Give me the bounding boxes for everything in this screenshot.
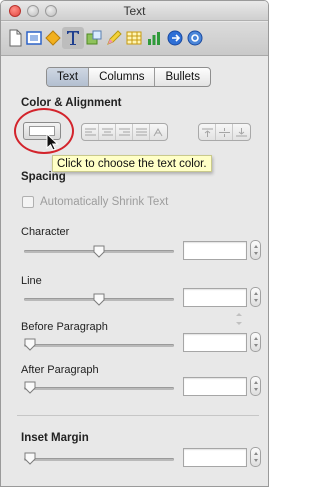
chart-icon[interactable] <box>143 27 165 49</box>
align-middle-icon <box>218 127 230 137</box>
inset-margin-value-field[interactable] <box>183 448 247 467</box>
color-alignment-heading: Color & Alignment <box>21 97 122 109</box>
after-paragraph-value-field[interactable] <box>183 377 247 396</box>
tab-text[interactable]: Text <box>47 68 90 86</box>
align-bottom-button[interactable] <box>233 124 250 140</box>
align-justify-icon <box>135 128 147 135</box>
before-paragraph-slider[interactable] <box>24 344 174 347</box>
inset-margin-slider[interactable] <box>24 458 174 461</box>
before-paragraph-slider-knob[interactable] <box>24 338 36 351</box>
before-paragraph-label: Before Paragraph <box>21 321 108 333</box>
align-right-icon <box>118 128 130 135</box>
info-icon[interactable] <box>184 27 206 49</box>
align-right-button[interactable] <box>116 124 133 140</box>
align-natural-button[interactable] <box>150 124 167 140</box>
align-center-icon <box>101 128 113 135</box>
mouse-pointer-icon <box>46 133 59 151</box>
color-tooltip: Click to choose the text color. <box>52 155 212 172</box>
line-value-field[interactable] <box>183 288 247 307</box>
line-label: Line <box>21 275 42 287</box>
wrap-icon[interactable] <box>83 27 105 49</box>
before-paragraph-value-field[interactable] <box>183 333 247 352</box>
inset-margin-slider-knob[interactable] <box>24 452 36 465</box>
after-paragraph-label: After Paragraph <box>21 364 99 376</box>
tab-columns[interactable]: Columns <box>89 68 156 86</box>
window-title: Text <box>123 4 146 18</box>
auto-shrink-checkbox[interactable] <box>22 196 34 208</box>
tab-bullets[interactable]: Bullets <box>155 68 210 86</box>
table-icon[interactable] <box>123 27 145 49</box>
title-bar[interactable]: Text <box>1 1 268 21</box>
inspector-window: Text Text Columns Bullets Color & Alignm… <box>0 0 269 487</box>
after-paragraph-slider-knob[interactable] <box>24 381 36 394</box>
align-justify-button[interactable] <box>133 124 150 140</box>
align-center-button[interactable] <box>99 124 116 140</box>
line-mode-stepper[interactable] <box>236 313 242 325</box>
align-left-icon <box>84 128 96 135</box>
section-divider <box>17 415 259 416</box>
align-left-button[interactable] <box>82 124 99 140</box>
horizontal-alignment-group <box>81 123 168 141</box>
line-slider-knob[interactable] <box>93 293 105 306</box>
character-label: Character <box>21 226 70 238</box>
auto-shrink-label: Automatically Shrink Text <box>40 196 169 208</box>
align-natural-icon <box>153 127 163 136</box>
character-value-field[interactable] <box>183 241 247 260</box>
text-icon[interactable] <box>62 27 84 49</box>
spacing-heading: Spacing <box>21 171 66 183</box>
inspector-toolbar <box>1 22 268 56</box>
align-top-icon <box>201 128 213 137</box>
align-bottom-icon <box>236 127 247 136</box>
graphic-icon[interactable] <box>42 27 64 49</box>
before-paragraph-stepper[interactable] <box>250 332 261 352</box>
line-stepper[interactable] <box>250 287 261 307</box>
after-paragraph-slider[interactable] <box>24 387 174 390</box>
align-top-button[interactable] <box>199 124 216 140</box>
inset-margin-heading: Inset Margin <box>21 432 89 444</box>
inset-margin-stepper[interactable] <box>250 447 261 467</box>
align-middle-button[interactable] <box>216 124 233 140</box>
character-stepper[interactable] <box>250 240 261 260</box>
after-paragraph-stepper[interactable] <box>250 376 261 396</box>
link-icon[interactable] <box>164 27 186 49</box>
inspector-tabs: Text Columns Bullets <box>46 67 212 87</box>
highlight-ring <box>14 108 74 154</box>
character-slider-knob[interactable] <box>93 245 105 258</box>
pen-icon[interactable] <box>103 27 125 49</box>
vertical-alignment-group <box>198 123 251 141</box>
